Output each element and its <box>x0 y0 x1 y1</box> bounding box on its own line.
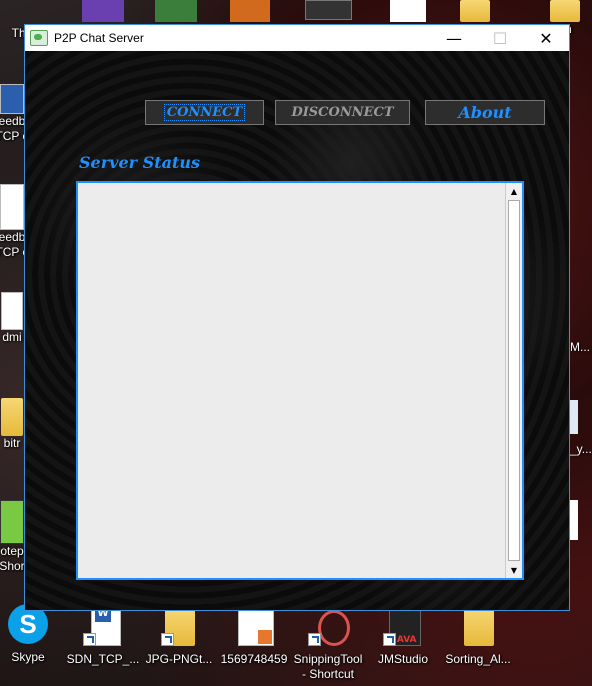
desktop-icon-label: eedb <box>0 230 26 244</box>
shortcut-arrow-icon <box>83 633 96 646</box>
connect-button-label: CONNECT <box>163 104 246 121</box>
window-title: P2P Chat Server <box>54 31 144 45</box>
desktop-icon-top-5[interactable] <box>305 0 352 20</box>
server-status-textarea[interactable]: ▲ ▼ <box>76 181 524 580</box>
desktop-icon-left-4[interactable]: bitr <box>0 398 24 451</box>
desktop-icon-left-2[interactable]: eedb TCP c <box>0 184 29 260</box>
minimize-button[interactable]: — <box>431 25 477 51</box>
desktop-icon-right-2[interactable]: _y... <box>570 400 592 460</box>
desktop-icon-label: dmi <box>2 330 22 344</box>
desktop-icon-top-6[interactable] <box>390 0 426 22</box>
scroll-up-button[interactable]: ▲ <box>506 183 522 199</box>
disconnect-button[interactable]: DISCONNECT <box>275 100 410 125</box>
title-bar[interactable]: P2P Chat Server — ☐ ✕ <box>25 25 569 51</box>
vertical-scrollbar[interactable]: ▲ ▼ <box>505 183 522 578</box>
document-icon <box>0 184 24 230</box>
desktop-icon-label: SDN_TCP_... <box>66 652 140 666</box>
desktop-icon-jpg-png[interactable]: JPG-PNGt... <box>144 604 214 667</box>
document-icon <box>1 292 23 330</box>
folder-icon <box>464 608 494 646</box>
server-status-label: Server Status <box>79 153 200 172</box>
desktop-icon-label: SnippingTool <box>293 652 363 666</box>
desktop-icon-left-5[interactable]: otep Shor <box>0 500 25 574</box>
close-button[interactable]: ✕ <box>523 25 569 51</box>
client-area: CONNECT DISCONNECT About Server Status ▲… <box>25 51 569 610</box>
desktop-icon-label: - Shortcut <box>301 667 355 681</box>
desktop-icon-skype[interactable]: S Skype <box>0 604 56 665</box>
desktop-icon-label: eedb <box>0 114 26 128</box>
connect-button[interactable]: CONNECT <box>145 100 264 125</box>
desktop-icon-right-3[interactable] <box>570 500 578 540</box>
desktop-icon-snippingtool[interactable]: SnippingTool - Shortcut <box>290 604 366 682</box>
word-doc-icon <box>0 84 24 114</box>
app-icon <box>30 30 48 46</box>
desktop-icon-top-3[interactable] <box>155 0 197 22</box>
disconnect-button-label: DISCONNECT <box>291 105 394 120</box>
notepad-icon <box>0 500 24 544</box>
desktop-icon-label: _y... <box>570 442 592 456</box>
image-badge-icon <box>258 630 272 644</box>
desktop-icon-top-4[interactable] <box>230 0 270 22</box>
desktop-icon-left-3[interactable]: dmi <box>0 292 24 345</box>
desktop-icon-label: M... <box>570 340 590 354</box>
shortcut-arrow-icon <box>383 633 396 646</box>
about-button-label: About <box>458 103 512 122</box>
desktop-icon-top-7[interactable] <box>460 0 490 22</box>
desktop-icon-1569748459[interactable]: 1569748459 <box>220 604 288 667</box>
desktop-icon-label: 1569748459 <box>220 652 288 666</box>
desktop-icon-sdn[interactable]: W SDN_TCP_... <box>66 604 140 667</box>
scroll-thumb[interactable] <box>508 200 520 561</box>
desktop-icon-right-1[interactable]: M... <box>570 300 592 360</box>
desktop-icon-label: Sorting_Al... <box>445 652 511 666</box>
desktop-icon-sorting[interactable]: Sorting_Al... <box>440 604 516 667</box>
desktop-icon-left-1[interactable]: eedb TCP c <box>0 84 29 144</box>
maximize-button[interactable]: ☐ <box>477 25 523 51</box>
shortcut-arrow-icon <box>161 633 174 646</box>
desktop-icon-label: bitr <box>3 436 21 450</box>
desktop-icon-label: Shor <box>0 559 25 573</box>
scissors-icon <box>318 610 350 646</box>
desktop-icon-label: JPG-PNGt... <box>145 652 213 666</box>
about-button[interactable]: About <box>425 100 545 125</box>
desktop-icon-top-2[interactable] <box>82 0 124 22</box>
folder-icon <box>1 398 23 436</box>
desktop-icon-label: Skype <box>11 650 45 664</box>
p2p-chat-server-window: P2P Chat Server — ☐ ✕ CONNECT DISCONNECT… <box>24 24 570 611</box>
desktop-icon-label: JMStudio <box>377 652 429 666</box>
scroll-down-button[interactable]: ▼ <box>506 562 522 578</box>
shortcut-arrow-icon <box>308 633 321 646</box>
desktop-icon-label: otep <box>0 544 24 558</box>
desktop-icon-jmstudio[interactable]: JAVA JMStudio <box>370 604 436 667</box>
